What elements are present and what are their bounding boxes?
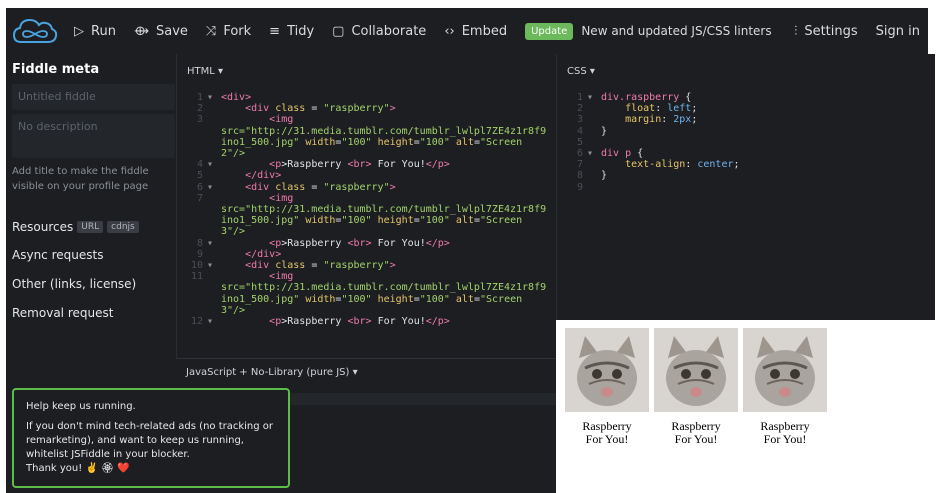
collaborate-button[interactable]: ▢ Collaborate xyxy=(332,24,426,39)
cat-image xyxy=(654,328,738,412)
sidebar-title: Fiddle meta xyxy=(12,62,100,77)
result-item: Raspberry For You! xyxy=(654,328,738,446)
js-panel-header[interactable]: JavaScript + No-Library (pure JS) ▾ xyxy=(186,367,358,378)
news-link[interactable]: New and updated JS/CSS linters xyxy=(581,24,771,38)
resources-cdnjs-button[interactable]: cdnjs xyxy=(107,221,139,233)
sidebar-item-other[interactable]: Other (links, license) xyxy=(12,277,136,291)
cloud-upload-icon: ⟴ xyxy=(133,23,149,39)
fork-icon: ⤨ xyxy=(205,23,217,39)
result-item: Raspberry For You! xyxy=(743,328,827,446)
sidebar-item-async[interactable]: Async requests xyxy=(12,248,103,262)
sliders-icon: ⫶ xyxy=(794,23,798,39)
result-item: Raspberry For You! xyxy=(565,328,649,446)
save-button[interactable]: ⟴ Save xyxy=(134,24,188,39)
html-panel-header[interactable]: HTML ▾ xyxy=(187,66,223,77)
sidebar-help-text: Add title to make the fiddle visible on … xyxy=(12,166,149,192)
code-icon: ‹› xyxy=(444,23,455,39)
cat-photo-icon xyxy=(565,328,649,412)
jsfiddle-logo-icon[interactable] xyxy=(12,16,58,46)
play-icon: ▷ xyxy=(74,23,84,39)
css-code[interactable]: 1 ▾ div.raspberry { 2 float: left; 3 margi… xyxy=(565,92,740,193)
css-editor-panel[interactable]: CSS ▾ 1 ▾ div.raspberry { 2 float: left; 3… xyxy=(556,54,935,320)
cat-photo-icon xyxy=(743,328,827,412)
update-badge[interactable]: Update xyxy=(525,22,574,40)
top-bar: ▷ Run ⟴ Save ⤨ Fork ≡ Tidy ▢ Collaborate ‹› Em… xyxy=(6,8,928,54)
tidy-button[interactable]: ≡ Tidy xyxy=(269,24,314,39)
support-ad-box: Help keep us running. If you don't mind … xyxy=(12,388,290,488)
sidebar-item-removal[interactable]: Removal request xyxy=(12,306,113,320)
ad-thanks: Thank you! ✌️ 🏵 ❤️ xyxy=(26,463,130,474)
fork-button[interactable]: ⤨ Fork xyxy=(206,24,251,39)
cat-image xyxy=(743,328,827,412)
result-panel: Raspberry For You! Raspberry For You! Ra… xyxy=(557,320,937,493)
ad-heading: Help keep us running. xyxy=(26,401,136,412)
sidebar-item-resources[interactable]: Resources URL cdnjs xyxy=(12,220,139,234)
run-button[interactable]: ▷ Run xyxy=(74,24,116,39)
html-code[interactable]: 1 ▾ <div> 2 <div class = "raspberry" > 3 <i… xyxy=(185,92,546,327)
fiddle-description-input[interactable]: No description xyxy=(12,114,175,158)
ad-body: If you don't mind tech-related ads (no t… xyxy=(26,421,274,460)
cat-photo-icon xyxy=(654,328,738,412)
settings-button[interactable]: ⫶ Settings xyxy=(794,24,858,39)
resources-url-button[interactable]: URL xyxy=(77,221,104,233)
css-panel-header[interactable]: CSS ▾ xyxy=(567,66,595,77)
cat-image xyxy=(565,328,649,412)
sign-in-link[interactable]: Sign in xyxy=(876,24,920,39)
embed-button[interactable]: ‹› Embed xyxy=(444,24,507,39)
fiddle-title-input[interactable]: Untitled fiddle xyxy=(12,84,175,110)
lines-icon: ≡ xyxy=(269,23,281,39)
chat-icon: ▢ xyxy=(332,23,345,39)
html-editor-panel[interactable]: HTML ▾ 1 ▾ <div> 2 <div class = "raspberry… xyxy=(176,54,556,358)
